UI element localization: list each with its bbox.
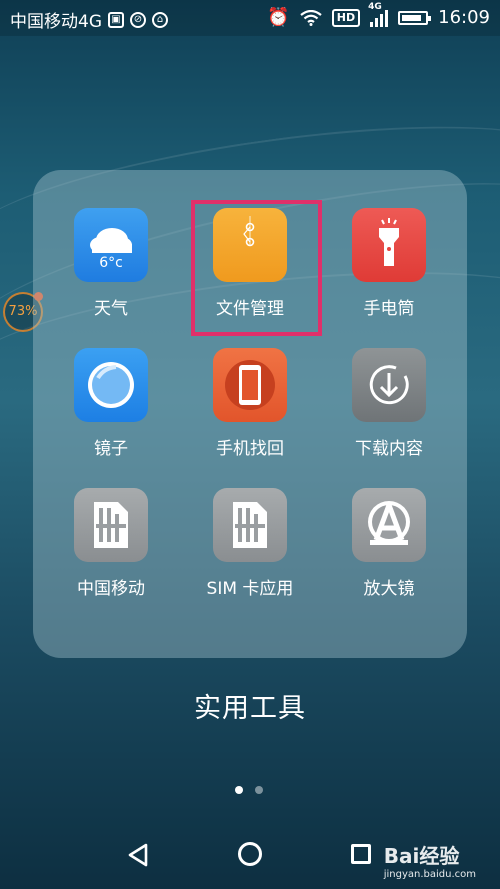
- watermark: Bai经验 jingyan.baidu.com: [384, 840, 476, 880]
- page-dot[interactable]: [255, 786, 263, 794]
- battery-level: [402, 14, 421, 21]
- weather-cloud-icon: 6°c: [74, 208, 148, 282]
- page-dot-active[interactable]: [235, 786, 243, 794]
- back-icon[interactable]: [125, 842, 151, 868]
- app-flashlight[interactable]: 手电筒: [319, 208, 459, 319]
- clock: 16:09: [438, 7, 490, 28]
- mirror-icon: [74, 348, 148, 422]
- app-label: 镜子: [94, 439, 128, 459]
- hd-icon: HD: [331, 8, 361, 27]
- sim-card-icon: [74, 488, 148, 562]
- sim-card-icon: [213, 488, 287, 562]
- shield-icon: ⌂: [152, 11, 168, 28]
- navigation-bar: Bai经验 jingyan.baidu.com: [0, 822, 500, 889]
- status-bar: 中国移动4G ▣ ⊘ ⌂ ⏰ HD 4G 16:09: [0, 0, 500, 36]
- network-type-label: 4G: [368, 1, 382, 12]
- app-label: 天气: [94, 299, 128, 319]
- app-phone-finder[interactable]: 手机找回: [180, 348, 320, 459]
- image-icon: ▣: [108, 11, 124, 28]
- magnifier-icon: [352, 488, 426, 562]
- alarm-icon: ⏰: [267, 7, 290, 28]
- app-label: SIM 卡应用: [206, 579, 294, 599]
- download-icon: [352, 348, 426, 422]
- app-downloads[interactable]: 下载内容: [319, 348, 459, 459]
- battery-icon: [398, 10, 432, 25]
- app-mirror[interactable]: 镜子: [41, 348, 181, 459]
- app-label: 下载内容: [355, 439, 423, 459]
- recent-apps-icon[interactable]: [351, 844, 371, 864]
- page-indicator: [33, 786, 467, 796]
- app-weather[interactable]: 6°c 天气: [41, 208, 181, 319]
- blocked-icon: ⊘: [130, 11, 146, 28]
- folder-title[interactable]: 实用工具: [0, 686, 500, 725]
- watermark-brand: Bai经验: [383, 844, 460, 868]
- app-sim-toolkit[interactable]: SIM 卡应用: [180, 488, 320, 599]
- flashlight-icon: [352, 208, 426, 282]
- watermark-site: jingyan.baidu.com: [383, 869, 476, 880]
- app-label: 放大镜: [363, 579, 415, 599]
- app-label: 中国移动: [77, 579, 145, 599]
- weather-temp: 6°c: [99, 255, 123, 271]
- highlight-box: [191, 200, 322, 336]
- app-label: 手机找回: [216, 439, 284, 459]
- home-icon[interactable]: [238, 842, 262, 866]
- carrier-label: 中国移动4G: [10, 12, 102, 32]
- app-label: 手电筒: [363, 299, 415, 319]
- wifi-icon: [300, 9, 322, 26]
- app-magnifier[interactable]: 放大镜: [319, 488, 459, 599]
- phone-finder-icon: [213, 348, 287, 422]
- app-china-mobile[interactable]: 中国移动: [41, 488, 181, 599]
